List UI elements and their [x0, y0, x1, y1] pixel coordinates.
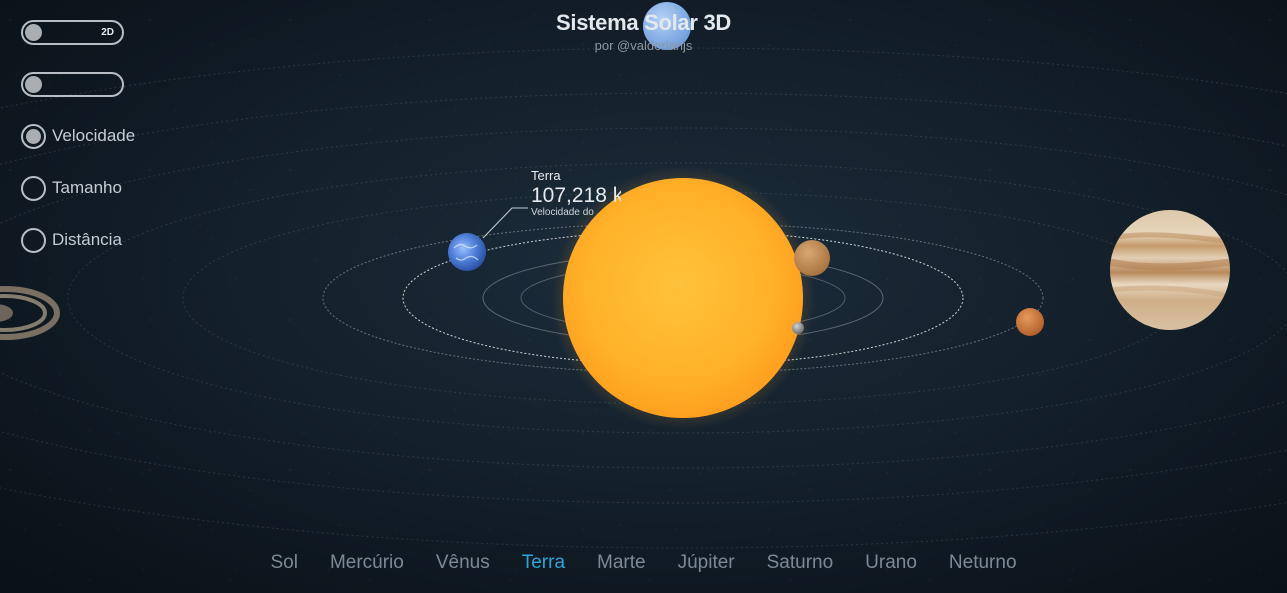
venus-planet[interactable] [794, 240, 830, 276]
saturn-planet[interactable] [0, 286, 60, 340]
mars-planet[interactable] [1016, 308, 1044, 336]
toggle-knob [25, 76, 42, 93]
radio-label: Distância [52, 230, 122, 249]
view-mode-toggle[interactable]: 2D [21, 20, 124, 45]
nav-item-terra[interactable]: Terra [522, 552, 565, 574]
nav-item-venus[interactable]: Vênus [436, 552, 490, 574]
nav-item-neturno[interactable]: Neturno [949, 552, 1017, 574]
tooltip-speed-value: 107,218 k [531, 184, 621, 207]
secondary-toggle[interactable] [21, 72, 124, 97]
nav-item-marte[interactable]: Marte [597, 552, 646, 574]
jupiter-planet[interactable] [1110, 210, 1230, 330]
tooltip-planet-name: Terra [531, 168, 561, 183]
mercury-planet[interactable] [792, 322, 804, 334]
earth-planet[interactable] [448, 233, 486, 271]
tooltip-speed-label: Velocidade do [531, 207, 594, 218]
radio-circle [21, 123, 46, 149]
radio-circle [21, 175, 46, 201]
solar-system-scene[interactable] [0, 0, 1287, 593]
nav-item-saturno[interactable]: Saturno [767, 552, 834, 574]
nav-item-jupiter[interactable]: Júpiter [678, 552, 735, 574]
radio-tamanho[interactable]: Tamanho [21, 175, 135, 201]
radio-label: Tamanho [52, 178, 122, 197]
radio-selected-dot [26, 128, 41, 144]
radio-velocidade[interactable]: Velocidade [21, 123, 135, 149]
nav-item-mercurio[interactable]: Mercúrio [330, 552, 404, 574]
control-panel: 2D Velocidade Tamanho Distância [21, 20, 135, 253]
tooltip-leader-line [482, 207, 528, 239]
radio-distancia[interactable]: Distância [21, 227, 135, 253]
radio-label: Velocidade [52, 126, 136, 145]
planet-navigation: Sol Mercúrio Vênus Terra Marte Júpiter S… [0, 552, 1287, 574]
radio-circle [21, 227, 46, 253]
nav-item-sol[interactable]: Sol [270, 552, 297, 574]
page-header: Sistema Solar 3D por @valderlanjs [0, 10, 1287, 53]
planet-tooltip: Terra 107,218 k Velocidade do [531, 168, 621, 218]
nav-item-urano[interactable]: Urano [865, 552, 917, 574]
page-title: Sistema Solar 3D [556, 10, 731, 35]
view-mode-label: 2D [101, 27, 114, 38]
toggle-knob [25, 24, 42, 41]
author-credit: por @valderlanjs [594, 38, 693, 53]
